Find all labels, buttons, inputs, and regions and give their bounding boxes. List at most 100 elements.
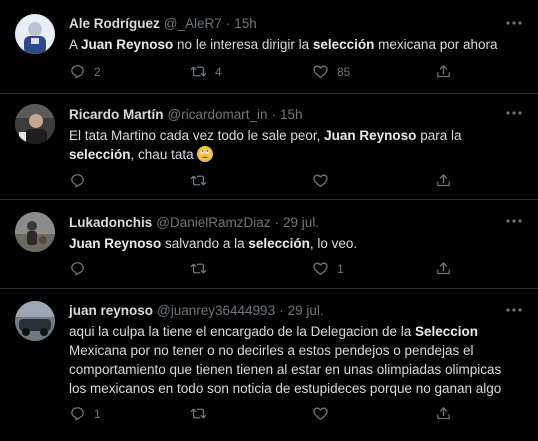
tweet[interactable]: juan reynoso @juanrey36444993 · 29 jul. … (0, 289, 538, 441)
text-segment: , chau tata (130, 147, 198, 162)
share-icon (437, 174, 450, 187)
text-segment: mexicana por ahora (374, 37, 498, 52)
author-name[interactable]: Ricardo Martín (69, 106, 164, 123)
avatar-image (15, 301, 55, 341)
retweet-count: 4 (215, 64, 222, 79)
retweet-button[interactable] (190, 405, 215, 422)
share-button[interactable] (435, 260, 452, 277)
separator-dot: · (279, 303, 284, 318)
highlighted-term: selección (69, 147, 131, 162)
author-handle[interactable]: @_AleR7 (164, 15, 222, 32)
heart-icon (313, 174, 328, 187)
tweet-actions: 1 (69, 260, 469, 280)
share-icon (437, 407, 450, 420)
retweet-icon (190, 408, 207, 419)
tweet-text: El tata Martino cada vez todo le sale pe… (69, 126, 522, 164)
face-with-rolling-eyes-icon (197, 146, 214, 162)
timestamp[interactable]: 15h (234, 15, 257, 32)
tweet-header: Ale Rodríguez @_AleR7 · 15h (69, 15, 522, 32)
highlighted-term: Juan Reynoso (81, 37, 174, 52)
tweet-header: Ricardo Martín @ricardomart_in · 15h (69, 106, 522, 123)
avatar-image (15, 212, 55, 252)
share-button[interactable] (435, 172, 452, 189)
text-segment: Mexicana por no tener o no decirles a es… (69, 343, 502, 396)
reply-icon (71, 65, 84, 79)
tweet-header: juan reynoso @juanrey36444993 · 29 jul. (69, 302, 522, 319)
text-segment: para la (416, 128, 462, 143)
reply-button[interactable]: 2 (69, 63, 101, 80)
like-count: 1 (337, 261, 344, 276)
more-icon[interactable] (505, 104, 523, 122)
highlighted-term: Juan Reynoso (69, 236, 162, 251)
share-button[interactable] (435, 63, 452, 80)
tweet-text: A Juan Reynoso no le interesa dirigir la… (69, 35, 522, 54)
timestamp[interactable]: 15h (280, 106, 303, 123)
text-segment: , lo veo. (309, 236, 358, 251)
retweet-button[interactable]: 4 (190, 63, 222, 80)
author-name[interactable]: Lukadonchis (69, 214, 152, 231)
tweet-text: aqui la culpa la tiene el encargado de l… (69, 322, 522, 398)
avatar-image (15, 14, 55, 54)
tweet[interactable]: Lukadonchis @DanielRamzDiaz · 29 jul. Ju… (0, 200, 538, 289)
avatar-image (15, 104, 55, 144)
heart-icon (313, 407, 328, 420)
reply-button[interactable] (69, 260, 94, 277)
avatar[interactable] (15, 301, 55, 341)
text-segment: salvando a la (161, 236, 249, 251)
avatar[interactable] (15, 212, 55, 252)
highlighted-term: selección (312, 37, 375, 52)
retweet-icon (190, 263, 207, 274)
more-icon[interactable] (505, 301, 523, 319)
text-segment: no le interesa dirigir la (173, 37, 313, 52)
heart-icon (313, 262, 328, 275)
retweet-button[interactable] (190, 172, 215, 189)
tweet-actions: 2 4 85 (69, 63, 469, 83)
reply-button[interactable] (69, 172, 94, 189)
like-count: 85 (337, 64, 351, 79)
more-icon[interactable] (505, 212, 523, 230)
highlighted-term: Seleccion (415, 324, 479, 339)
author-name[interactable]: Ale Rodríguez (69, 15, 160, 32)
retweet-icon (190, 175, 207, 186)
heart-icon (313, 65, 328, 78)
text-segment: aqui la culpa la tiene el encargado de l… (69, 324, 415, 339)
avatar[interactable] (15, 14, 55, 54)
more-icon[interactable] (505, 14, 523, 32)
share-button[interactable] (435, 405, 452, 422)
reply-icon (71, 174, 84, 188)
author-handle[interactable]: @juanrey36444993 (157, 302, 275, 319)
share-icon (437, 65, 450, 78)
reply-icon (71, 407, 84, 421)
text-segment: A (69, 37, 82, 52)
like-button[interactable]: 85 (312, 63, 350, 80)
tweet-actions: 1 (69, 405, 469, 425)
like-button[interactable] (312, 172, 337, 189)
timestamp[interactable]: 29 jul. (283, 214, 319, 231)
retweet-icon (190, 66, 207, 77)
retweet-button[interactable] (190, 260, 215, 277)
reply-icon (71, 262, 84, 276)
author-handle[interactable]: @DanielRamzDiaz (156, 214, 270, 231)
avatar[interactable] (15, 104, 55, 144)
share-icon (437, 262, 450, 275)
text-segment: El tata Martino cada vez todo le sale pe… (69, 128, 325, 143)
tweet-header: Lukadonchis @DanielRamzDiaz · 29 jul. (69, 214, 522, 231)
tweet[interactable]: Ricardo Martín @ricardomart_in · 15h El … (0, 94, 538, 200)
reply-count: 2 (94, 64, 101, 79)
highlighted-term: selección (248, 236, 310, 251)
reply-count: 1 (94, 406, 101, 421)
tweet-text: Juan Reynoso salvando a la selección, lo… (69, 234, 522, 253)
like-button[interactable] (312, 405, 337, 422)
author-handle[interactable]: @ricardomart_in (168, 106, 268, 123)
separator-dot: · (271, 107, 277, 122)
highlighted-term: Juan Reynoso (324, 128, 417, 143)
tweet[interactable]: Ale Rodríguez @_AleR7 · 15h A Juan Reyno… (0, 0, 538, 94)
tweet-feed: Ale Rodríguez @_AleR7 · 15h A Juan Reyno… (0, 0, 538, 441)
separator-dot: · (225, 16, 231, 31)
timestamp[interactable]: 29 jul. (288, 302, 324, 319)
tweet-actions (69, 172, 469, 192)
author-name[interactable]: juan reynoso (69, 302, 153, 319)
reply-button[interactable]: 1 (69, 405, 101, 422)
like-button[interactable]: 1 (312, 260, 344, 277)
separator-dot: · (274, 215, 280, 230)
